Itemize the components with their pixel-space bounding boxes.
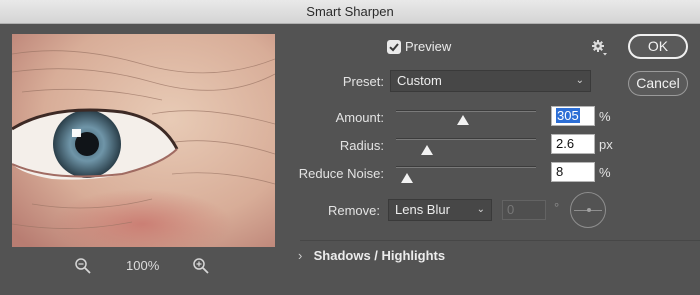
zoom-level: 100% — [126, 258, 160, 273]
reduce-noise-slider-thumb[interactable] — [401, 171, 414, 183]
amount-unit: % — [599, 109, 611, 124]
window-title-bar: Smart Sharpen — [0, 0, 700, 24]
reduce-noise-label: Reduce Noise: — [298, 166, 384, 181]
amount-label: Amount: — [335, 110, 384, 125]
amount-slider-track[interactable] — [396, 110, 536, 112]
preset-value: Custom — [397, 73, 442, 88]
eye-preview-image — [12, 34, 275, 247]
chevron-down-icon: ⌄ — [575, 75, 584, 86]
gear-icon[interactable] — [590, 38, 610, 58]
remove-select[interactable]: Lens Blur ⌄ — [388, 199, 492, 221]
shadows-highlights-label: Shadows / Highlights — [313, 248, 446, 263]
reduce-noise-input[interactable]: 8 — [551, 162, 595, 182]
zoom-out-icon[interactable] — [74, 257, 92, 275]
remove-value: Lens Blur — [395, 202, 450, 217]
remove-label: Remove: — [327, 203, 380, 218]
shadows-highlights-toggle[interactable]: › Shadows / Highlights — [298, 248, 445, 263]
ok-button[interactable]: OK — [628, 34, 688, 59]
amount-slider-thumb[interactable] — [457, 113, 470, 125]
zoom-controls: 100% — [74, 256, 224, 276]
reduce-noise-unit: % — [599, 165, 611, 180]
zoom-in-icon[interactable] — [192, 257, 210, 275]
reduce-noise-value: 8 — [556, 164, 564, 179]
preview-checkbox[interactable] — [387, 40, 401, 54]
checkmark-icon — [389, 43, 399, 52]
radius-unit: px — [599, 137, 613, 152]
chevron-right-icon: › — [298, 248, 303, 263]
preview-image[interactable] — [12, 34, 275, 247]
angle-dial — [570, 192, 606, 228]
section-divider — [300, 240, 700, 241]
preview-label: Preview — [405, 39, 452, 54]
chevron-down-icon: ⌄ — [476, 204, 485, 215]
amount-input[interactable]: 305 — [551, 106, 595, 126]
angle-input: 0 — [502, 200, 546, 220]
reduce-noise-slider-track[interactable] — [396, 166, 536, 168]
radius-slider-track[interactable] — [396, 138, 536, 140]
window-title: Smart Sharpen — [306, 4, 394, 19]
preset-select[interactable]: Custom ⌄ — [390, 70, 591, 92]
cancel-button[interactable]: Cancel — [628, 71, 688, 96]
radius-input[interactable]: 2.6 — [551, 134, 595, 154]
angle-dial-center — [587, 208, 591, 212]
amount-value: 305 — [556, 108, 580, 123]
angle-unit: ° — [554, 200, 560, 215]
radius-value: 2.6 — [556, 136, 575, 151]
radius-label: Radius: — [339, 138, 384, 153]
preset-label: Preset: — [342, 74, 384, 89]
radius-slider-thumb[interactable] — [420, 143, 433, 155]
angle-value: 0 — [507, 202, 515, 217]
